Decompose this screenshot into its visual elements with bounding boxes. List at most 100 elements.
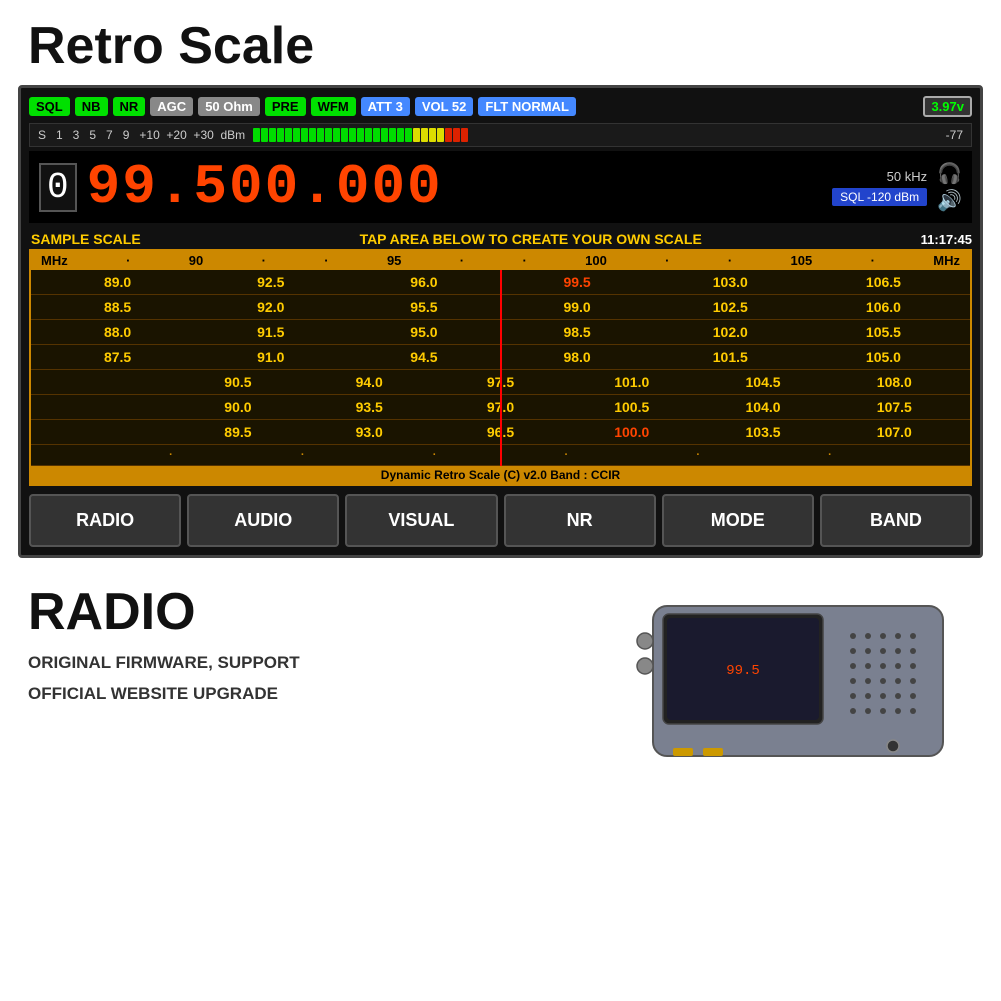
headphone-icon: 🎧 [937,161,962,186]
battery-badge: 3.97v [923,96,972,117]
scale-row[interactable]: 88.5 92.0 95.5 99.0 102.5 106.0 [31,295,970,320]
sample-scale-label: SAMPLE SCALE [31,231,141,247]
freq-val: 93.0 [304,424,435,440]
scale-row-dots: · · · · · · [31,445,970,466]
freq-val: 102.0 [654,324,807,340]
scale-row[interactable]: 89.0 92.5 96.0 99.5 103.0 106.5 [31,270,970,295]
freq-val: 88.0 [41,324,194,340]
meter-seg [341,128,348,142]
freq-val: 92.5 [194,274,347,290]
freq-val: 104.0 [697,399,828,415]
freq-val: 105.0 [807,349,960,365]
badge-sql[interactable]: SQL [29,97,70,116]
nav-mode-button[interactable]: MODE [662,494,814,547]
freq-val: 96.0 [347,274,500,290]
firmware-text: ORIGINAL FIRMWARE, SUPPORT OFFICIAL WEBS… [28,648,613,709]
radio-label: RADIO [28,586,613,638]
scale-row[interactable]: 90.0 93.5 97.0 100.5 104.0 107.5 [31,395,970,420]
nav-nr-button[interactable]: NR [504,494,656,547]
meter-seg [349,128,356,142]
meter-seg [285,128,292,142]
badge-50ohm[interactable]: 50 Ohm [198,97,260,116]
freq-val: 90.0 [172,399,303,415]
freq-val: 89.5 [172,424,303,440]
sql-badge: SQL -120 dBm [832,188,927,206]
badge-vol[interactable]: VOL 52 [415,97,474,116]
meter-seg [461,128,468,142]
freq-val-active: 99.5 [501,274,654,290]
meter-seg [309,128,316,142]
speaker-icon: 🔊 [937,188,962,213]
scale-row[interactable]: 90.5 94.0 97.5 101.0 104.5 108.0 [31,370,970,395]
freq-val: 106.5 [807,274,960,290]
freq-val: 98.5 [501,324,654,340]
badge-wfm[interactable]: WFM [311,97,356,116]
signal-scale-labels: S 1 3 5 7 9 +10 +20 +30 dBm [38,128,245,142]
status-bar: SQL NB NR AGC 50 Ohm PRE WFM ATT 3 VOL 5… [29,96,972,117]
retro-scale-grid[interactable]: MHz · 90 · · 95 · · 100 · · 105 · MHz 89… [29,249,972,486]
freq-digit-small: 0 [39,163,77,212]
device-image: 99.5 [633,586,973,771]
meter-seg [261,128,268,142]
meter-seg [357,128,364,142]
tap-label: TAP AREA BELOW TO CREATE YOUR OWN SCALE [360,231,702,247]
meter-seg [333,128,340,142]
freq-val: 91.5 [194,324,347,340]
freq-val: 98.0 [501,349,654,365]
scale-row[interactable]: 88.0 91.5 95.0 98.5 102.0 105.5 [31,320,970,345]
freq-val: 97.5 [435,374,566,390]
radio-screen: SQL NB NR AGC 50 Ohm PRE WFM ATT 3 VOL 5… [18,85,983,558]
freq-val: 94.5 [347,349,500,365]
freq-val: 108.0 [829,374,960,390]
nav-visual-button[interactable]: VISUAL [345,494,497,547]
scale-row[interactable]: 89.5 93.0 96.5 100.0 103.5 107.0 [31,420,970,445]
meter-seg [293,128,300,142]
freq-val: 96.5 [435,424,566,440]
badge-nr[interactable]: NR [113,97,146,116]
scale-rows: 89.0 92.5 96.0 99.5 103.0 106.5 88.5 92.… [31,270,970,466]
dbm-value: -77 [946,128,963,142]
badge-flt[interactable]: FLT NORMAL [478,97,576,116]
meter-seg [325,128,332,142]
lower-left: RADIO ORIGINAL FIRMWARE, SUPPORT OFFICIA… [28,586,613,709]
freq-val: 99.0 [501,299,654,315]
meter-seg [413,128,420,142]
firmware-line1: ORIGINAL FIRMWARE, SUPPORT [28,648,613,679]
badge-att[interactable]: ATT 3 [361,97,410,116]
freq-val: 100.5 [566,399,697,415]
scale-header: SAMPLE SCALE TAP AREA BELOW TO CREATE YO… [29,227,972,249]
freq-val: 101.5 [654,349,807,365]
freq-val: 107.0 [829,424,960,440]
freq-val: 103.0 [654,274,807,290]
freq-val: 92.0 [194,299,347,315]
meter-seg [421,128,428,142]
meter-seg [277,128,284,142]
freq-val: 103.5 [697,424,828,440]
freq-val: 91.0 [194,349,347,365]
meter-seg [365,128,372,142]
freq-val: 102.5 [654,299,807,315]
scale-row[interactable]: 87.5 91.0 94.5 98.0 101.5 105.0 [31,345,970,370]
badge-nb[interactable]: NB [75,97,108,116]
scale-footer: Dynamic Retro Scale (C) v2.0 Band : CCIR [31,466,970,484]
freq-val: 88.5 [41,299,194,315]
freq-val: 87.5 [41,349,194,365]
nav-band-button[interactable]: BAND [820,494,972,547]
meter-seg [445,128,452,142]
badge-agc[interactable]: AGC [150,97,193,116]
nav-audio-button[interactable]: AUDIO [187,494,339,547]
freq-val-active: 100.0 [566,424,697,440]
freq-val: 105.5 [807,324,960,340]
scale-top-rule: MHz · 90 · · 95 · · 100 · · 105 · MHz [31,251,970,270]
nav-radio-button[interactable]: RADIO [29,494,181,547]
freq-val: 90.5 [172,374,303,390]
badge-pre[interactable]: PRE [265,97,306,116]
freq-khz: 50 kHz [887,169,927,184]
meter-seg [397,128,404,142]
freq-val: 97.0 [435,399,566,415]
meter-seg [317,128,324,142]
freq-val: 93.5 [304,399,435,415]
meter-seg [429,128,436,142]
meter-seg [389,128,396,142]
meter-seg [453,128,460,142]
